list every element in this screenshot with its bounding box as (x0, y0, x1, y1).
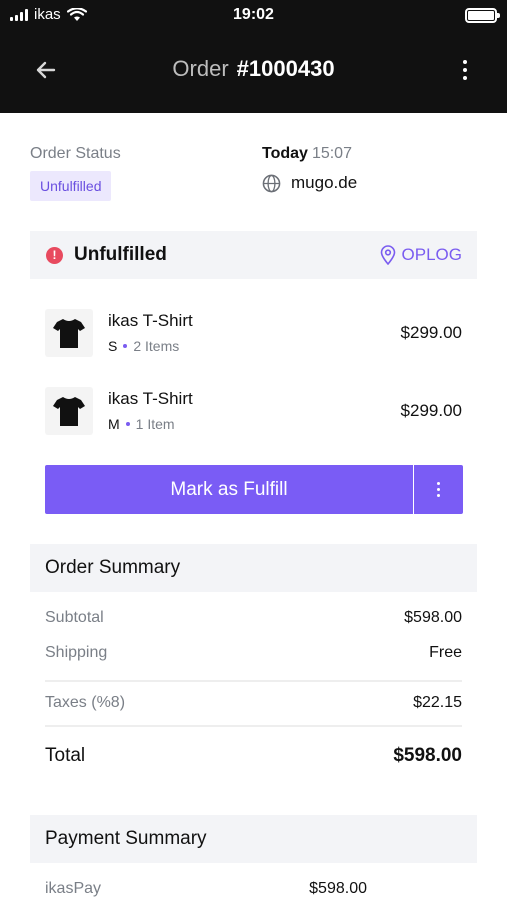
status-time: 19:02 (233, 6, 274, 23)
separator-dot (125, 421, 130, 426)
nav-bar: Order #1000430 (0, 52, 507, 88)
page-title-prefix: Order (172, 56, 229, 81)
payment-method-row: ikasPay $598.00 (45, 880, 367, 900)
taxes-row: Taxes (%8) $22.15 (45, 694, 462, 718)
order-date-time: 15:07 (311, 145, 352, 162)
product-variant: S 2 Items (108, 338, 179, 354)
tshirt-icon (53, 397, 85, 426)
order-summary-title: Order Summary (45, 557, 181, 578)
alert-icon: ! (46, 247, 63, 264)
status-badge: Unfulfilled (30, 171, 112, 201)
order-status-label: Order Status (30, 145, 121, 162)
more-options-icon[interactable] (461, 60, 469, 80)
mark-as-fulfill-button[interactable]: Mark as Fulfill (45, 465, 413, 514)
product-image (45, 309, 93, 357)
order-number: #1000430 (236, 56, 335, 81)
total-value: $598.00 (393, 745, 462, 766)
fulfillment-title: Unfulfilled (74, 244, 167, 265)
product-qty: 2 Items (133, 338, 180, 354)
location-link[interactable]: OPLOG (380, 245, 462, 265)
product-size: S (108, 338, 118, 354)
globe-icon (262, 174, 281, 192)
app-header: ikas 19:02 Order #1000430 (0, 0, 507, 113)
payment-method-label: ikasPay (45, 880, 102, 897)
shipping-value: Free (429, 644, 462, 661)
store-domain: mugo.de (262, 173, 357, 193)
payment-method-value: $598.00 (309, 880, 367, 897)
order-info: Order Status Unfulfilled Today 15:07 mugo… (30, 145, 477, 215)
product-qty: 1 Item (135, 416, 175, 432)
order-date-day: Today (262, 145, 308, 162)
battery-icon (465, 8, 500, 23)
product-price: $299.00 (400, 401, 462, 420)
fulfillment-header: ! Unfulfilled OPLOG (30, 231, 477, 279)
separator-dot (123, 343, 128, 348)
divider (45, 725, 462, 727)
product-name: ikas T-Shirt (108, 389, 193, 408)
divider (45, 680, 462, 682)
order-date: Today 15:07 (262, 145, 352, 163)
subtotal-row: Subtotal $598.00 (45, 609, 462, 633)
payment-summary-title: Payment Summary (45, 828, 207, 849)
shipping-label: Shipping (45, 644, 108, 661)
taxes-label: Taxes (%8) (45, 694, 126, 711)
taxes-value: $22.15 (413, 694, 462, 711)
fulfill-options-button[interactable] (414, 465, 463, 514)
payment-summary-header: Payment Summary (30, 815, 477, 863)
shipping-row: Shipping Free (45, 644, 462, 668)
list-item[interactable]: ikas T-Shirt M 1 Item $299.00 (45, 387, 462, 439)
product-name: ikas T-Shirt (108, 311, 193, 330)
product-size: M (108, 416, 120, 432)
status-bar: ikas 19:02 (0, 0, 507, 30)
total-row: Total $598.00 (45, 745, 462, 769)
product-price: $299.00 (400, 323, 462, 342)
store-domain-text: mugo.de (291, 173, 358, 192)
product-variant: M 1 Item (108, 416, 175, 432)
list-item[interactable]: ikas T-Shirt S 2 Items $299.00 (45, 309, 462, 361)
tshirt-icon (53, 319, 85, 348)
subtotal-value: $598.00 (404, 609, 462, 626)
location-pin-icon (380, 245, 395, 265)
product-image (45, 387, 93, 435)
page-title: Order #1000430 (0, 56, 507, 82)
order-summary-header: Order Summary (30, 544, 477, 592)
location-name: OPLOG (401, 245, 462, 264)
subtotal-label: Subtotal (45, 609, 104, 626)
total-label: Total (45, 745, 86, 766)
